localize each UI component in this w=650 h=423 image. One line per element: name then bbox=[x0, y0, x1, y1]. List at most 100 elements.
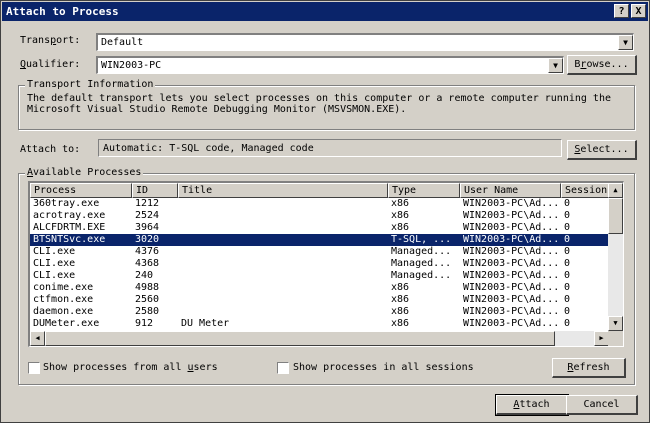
table-cell: 0 bbox=[564, 234, 571, 245]
attach-to-field: Automatic: T-SQL code, Managed code bbox=[98, 139, 562, 157]
table-row[interactable]: daemon.exe 2580 x86 WIN2003-PC\Ad... 0 bbox=[30, 306, 610, 318]
table-cell: 360tray.exe bbox=[33, 198, 100, 209]
table-cell: 0 bbox=[564, 246, 571, 257]
table-cell: WIN2003-PC\Ad... bbox=[463, 258, 560, 269]
table-cell: WIN2003-PC\Ad... bbox=[463, 234, 560, 245]
horizontal-scrollbar[interactable]: ◀ ▶ bbox=[30, 331, 609, 346]
column-header-title[interactable]: Title bbox=[178, 183, 388, 198]
table-cell: 1212 bbox=[135, 198, 160, 209]
transport-dropdown[interactable]: Default ▼ bbox=[96, 33, 634, 51]
browse-button[interactable]: Browse... bbox=[567, 55, 637, 75]
table-cell: x86 bbox=[391, 294, 410, 305]
table-cell: WIN2003-PC\Ad... bbox=[463, 222, 560, 233]
table-row[interactable]: BTSNTSvc.exe 3020 T-SQL, ... WIN2003-PC\Ad.… bbox=[30, 234, 610, 246]
scroll-thumb-vertical[interactable] bbox=[608, 198, 623, 234]
table-cell: 0 bbox=[564, 270, 571, 281]
table-cell: 0 bbox=[564, 258, 571, 269]
table-cell: Managed... bbox=[391, 270, 452, 281]
column-header-user-name[interactable]: User Name bbox=[460, 183, 561, 198]
table-cell: WIN2003-PC\Ad... bbox=[463, 270, 560, 281]
show-all-sessions-label: Show processes in all sessions bbox=[293, 362, 474, 373]
table-cell: x86 bbox=[391, 222, 410, 233]
window-title: Attach to Process bbox=[6, 5, 119, 18]
transport-info-line2: Microsoft Visual Studio Remote Debugging… bbox=[27, 104, 407, 115]
table-cell: 0 bbox=[564, 294, 571, 305]
table-cell: 3964 bbox=[135, 222, 160, 233]
table-cell: CLI.exe bbox=[33, 246, 76, 257]
scroll-thumb-horizontal[interactable] bbox=[45, 331, 555, 346]
close-button[interactable]: X bbox=[631, 4, 646, 18]
help-button[interactable]: ? bbox=[614, 4, 629, 18]
process-list[interactable]: Process ID Title Type User Name Session … bbox=[28, 181, 624, 347]
select-button[interactable]: Select... bbox=[567, 140, 637, 160]
available-processes-title: Available Processes bbox=[25, 167, 144, 178]
transport-value: Default bbox=[101, 37, 144, 48]
table-cell: WIN2003-PC\Ad... bbox=[463, 198, 560, 209]
table-cell: 0 bbox=[564, 222, 571, 233]
table-row[interactable]: conime.exe 4988 x86 WIN2003-PC\Ad... 0 bbox=[30, 282, 610, 294]
table-cell: x86 bbox=[391, 282, 410, 293]
scroll-right-icon[interactable]: ▶ bbox=[594, 331, 609, 346]
vertical-scrollbar[interactable]: ▲ ▼ bbox=[608, 183, 623, 331]
table-cell: 2560 bbox=[135, 294, 160, 305]
qualifier-dropdown[interactable]: WIN2003-PC ▼ bbox=[96, 56, 564, 74]
scroll-left-icon[interactable]: ◀ bbox=[30, 331, 45, 346]
table-row[interactable]: CLI.exe 4368 Managed... WIN2003-PC\Ad... 0 bbox=[30, 258, 610, 270]
scroll-corner bbox=[608, 331, 623, 346]
table-cell: 4376 bbox=[135, 246, 160, 257]
column-header-session[interactable]: Session bbox=[561, 183, 609, 198]
chevron-down-icon[interactable]: ▼ bbox=[618, 35, 633, 50]
table-cell: 2580 bbox=[135, 306, 160, 317]
table-cell: conime.exe bbox=[33, 282, 94, 293]
table-cell: 0 bbox=[564, 318, 571, 329]
table-row[interactable]: CLI.exe 4376 Managed... WIN2003-PC\Ad... 0 bbox=[30, 246, 610, 258]
table-cell: Managed... bbox=[391, 258, 452, 269]
table-cell: 0 bbox=[564, 198, 571, 209]
attach-to-value: Automatic: T-SQL code, Managed code bbox=[103, 143, 314, 154]
show-all-sessions-checkbox[interactable] bbox=[277, 362, 289, 374]
transport-info-title: Transport Information bbox=[25, 79, 156, 90]
table-row[interactable]: acrotray.exe 2524 x86 WIN2003-PC\Ad... 0 bbox=[30, 210, 610, 222]
table-cell: 912 bbox=[135, 318, 154, 329]
table-row[interactable]: ctfmon.exe 2560 x86 WIN2003-PC\Ad... 0 bbox=[30, 294, 610, 306]
table-cell: 3020 bbox=[135, 234, 160, 245]
table-cell: x86 bbox=[391, 198, 410, 209]
table-cell: WIN2003-PC\Ad... bbox=[463, 282, 560, 293]
refresh-button[interactable]: Refresh bbox=[552, 358, 626, 378]
table-cell: acrotray.exe bbox=[33, 210, 106, 221]
table-cell: BTSNTSvc.exe bbox=[33, 234, 106, 245]
table-row[interactable]: DUMeter.exe 912 DU Meter x86 WIN2003-PC\Ad..… bbox=[30, 318, 610, 330]
cancel-button[interactable]: Cancel bbox=[566, 395, 638, 415]
show-all-users-label: Show processes from all users bbox=[43, 362, 218, 373]
transport-info-group: Transport Information The default transp… bbox=[18, 79, 635, 130]
table-cell: WIN2003-PC\Ad... bbox=[463, 306, 560, 317]
chevron-down-icon[interactable]: ▼ bbox=[548, 58, 563, 73]
scroll-up-icon[interactable]: ▲ bbox=[608, 183, 623, 198]
attach-button[interactable]: Attach bbox=[495, 394, 569, 416]
table-cell: WIN2003-PC\Ad... bbox=[463, 294, 560, 305]
table-cell: ctfmon.exe bbox=[33, 294, 94, 305]
table-cell: T-SQL, ... bbox=[391, 234, 452, 245]
column-header-process[interactable]: Process bbox=[30, 183, 132, 198]
column-header-id[interactable]: ID bbox=[132, 183, 178, 198]
table-cell: CLI.exe bbox=[33, 258, 76, 269]
table-cell: x86 bbox=[391, 210, 410, 221]
table-cell: 240 bbox=[135, 270, 154, 281]
column-header-type[interactable]: Type bbox=[388, 183, 460, 198]
table-row[interactable]: 360tray.exe 1212 x86 WIN2003-PC\Ad... 0 bbox=[30, 198, 610, 210]
table-cell: 2524 bbox=[135, 210, 160, 221]
table-row[interactable]: ALCFDRTM.EXE 3964 x86 WIN2003-PC\Ad... 0 bbox=[30, 222, 610, 234]
table-cell: WIN2003-PC\Ad... bbox=[463, 210, 560, 221]
show-all-users-checkbox[interactable] bbox=[28, 362, 40, 374]
table-cell: CLI.exe bbox=[33, 270, 76, 281]
table-cell: 0 bbox=[564, 282, 571, 293]
transport-info-line1: The default transport lets you select pr… bbox=[27, 93, 611, 104]
table-row[interactable]: CLI.exe 240 Managed... WIN2003-PC\Ad... 0 bbox=[30, 270, 610, 282]
table-cell: DUMeter.exe bbox=[33, 318, 100, 329]
scroll-down-icon[interactable]: ▼ bbox=[608, 316, 623, 331]
table-cell: 4988 bbox=[135, 282, 160, 293]
attach-to-label: Attach to: bbox=[20, 144, 81, 155]
table-cell: Managed... bbox=[391, 246, 452, 257]
title-bar[interactable]: Attach to Process ? X bbox=[2, 2, 648, 21]
table-cell: daemon.exe bbox=[33, 306, 94, 317]
